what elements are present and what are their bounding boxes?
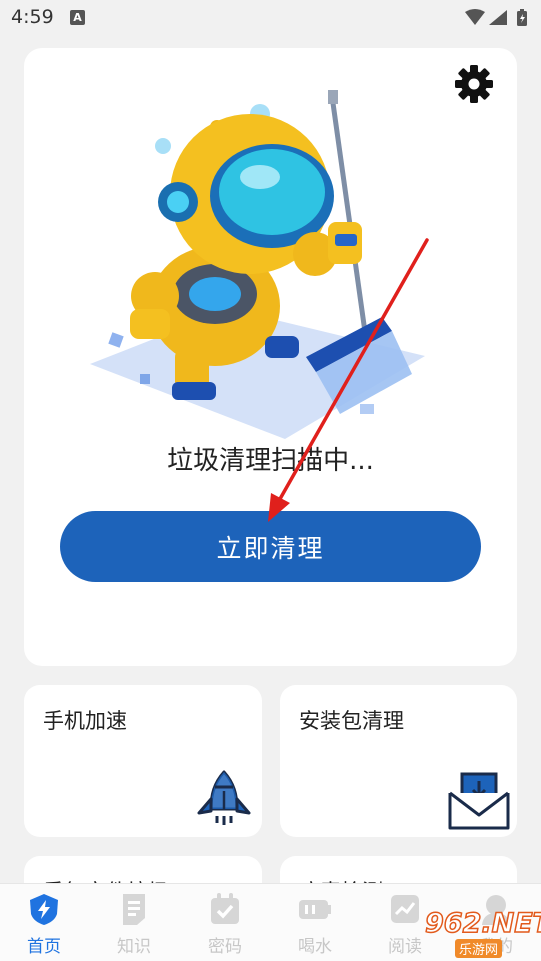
tool-title: 安装包清理 (299, 709, 404, 733)
nav-item-water[interactable]: 喝水 (285, 892, 345, 957)
watermark-number: 962.NET (424, 907, 541, 940)
nav-item-home[interactable]: 首页 (14, 892, 74, 957)
robot-cleaning-illustration (90, 90, 425, 439)
download-mail-icon (448, 772, 510, 830)
nav-label: 知识 (117, 937, 151, 957)
tool-card-phone-boost[interactable]: 手机加速 (24, 685, 262, 837)
rocket-icon (197, 770, 251, 825)
scan-status-text: 垃圾清理扫描中... (167, 446, 374, 476)
nav-label: 喝水 (298, 937, 332, 957)
wifi-icon (465, 9, 485, 25)
battery-icon (517, 9, 527, 26)
nav-item-knowledge[interactable]: 知识 (104, 892, 164, 957)
nav-label: 首页 (27, 937, 61, 957)
battery-icon (299, 900, 331, 919)
status-time: 4:59 (11, 6, 54, 28)
signal-icon (489, 10, 507, 25)
clean-now-button[interactable]: 立即清理 (60, 511, 481, 582)
calendar-check-icon (211, 893, 239, 924)
watermark-logo: 962.NET 乐游网 (395, 907, 541, 958)
tool-title: 手机加速 (43, 709, 127, 733)
document-icon (123, 894, 145, 925)
clean-card: 垃圾清理扫描中... 立即清理 (24, 48, 517, 666)
nav-item-password[interactable]: 密码 (195, 892, 255, 957)
watermark-subtitle: 乐游网 (455, 939, 503, 958)
status-bar: 4:59 A (0, 0, 541, 36)
nav-label: 密码 (208, 937, 242, 957)
status-icons (463, 8, 533, 32)
lightning-shield-icon (30, 894, 58, 925)
notification-icon: A (70, 10, 85, 25)
tool-card-apk-clean[interactable]: 安装包清理 (280, 685, 517, 837)
